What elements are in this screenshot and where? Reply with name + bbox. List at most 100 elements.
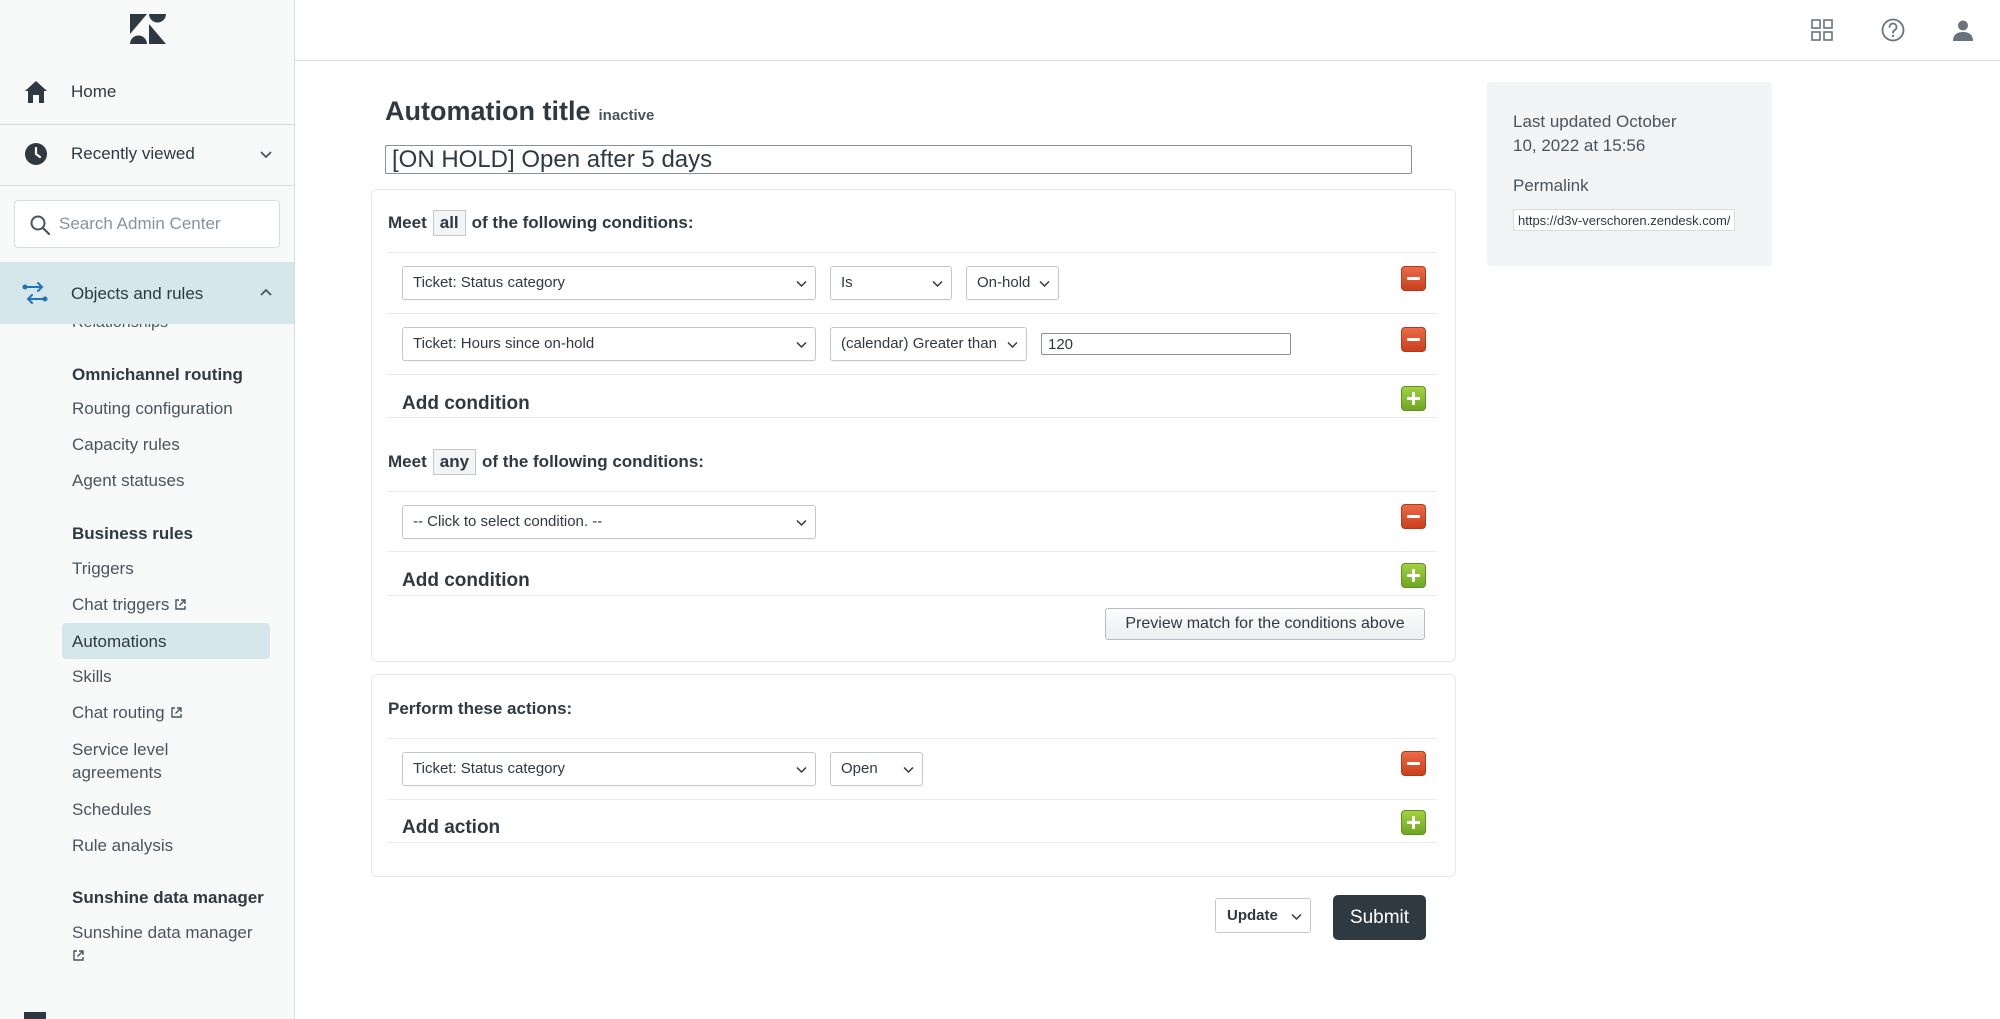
remove-condition-button[interactable] [1401, 504, 1426, 529]
sidebar-item-schedules[interactable]: Schedules [72, 798, 151, 821]
divider [387, 551, 1437, 552]
divider [387, 738, 1437, 739]
automation-title-input[interactable] [385, 145, 1412, 174]
meet-all-heading: Meet all of the following conditions: [388, 210, 694, 236]
sidebar-item-relationships[interactable]: Relationships [72, 324, 168, 332]
condition-value-select[interactable]: On-hold [966, 266, 1059, 300]
select-value: Ticket: Status category [413, 274, 566, 291]
meet-prefix: Meet [388, 213, 427, 232]
product-tray-icon[interactable] [24, 1012, 46, 1019]
nav-objects-and-rules[interactable]: Objects and rules [0, 262, 294, 324]
add-action-button[interactable] [1401, 810, 1426, 835]
add-condition-label[interactable]: Add condition [402, 570, 530, 592]
sidebar-item-agent-statuses[interactable]: Agent statuses [72, 469, 184, 492]
select-value: Is [841, 274, 853, 291]
action-value-select[interactable]: Open [830, 752, 923, 786]
meet-suffix: of the following conditions: [482, 452, 704, 471]
nav-home[interactable]: Home [0, 62, 294, 122]
select-value: -- Click to select condition. -- [413, 513, 603, 530]
submit-button[interactable]: Submit [1333, 895, 1426, 940]
sidebar-item-capacity-rules[interactable]: Capacity rules [72, 433, 180, 456]
divider [387, 417, 1437, 418]
meet-suffix: of the following conditions: [471, 213, 694, 232]
sidebar-item-service-level-agreements[interactable]: Service level agreements [72, 738, 202, 784]
action-field-select[interactable]: Ticket: Status category [402, 752, 816, 786]
user-avatar-icon[interactable] [1950, 17, 1976, 43]
divider [387, 252, 1437, 253]
chevron-down-icon [796, 341, 807, 349]
select-value: (calendar) Greater than [841, 335, 997, 352]
divider [387, 491, 1437, 492]
search-icon [30, 215, 51, 236]
chevron-down-icon[interactable] [258, 146, 274, 162]
condition-field-select[interactable]: -- Click to select condition. -- [402, 505, 816, 539]
sidebar-item-automations[interactable]: Automations [72, 630, 167, 653]
preview-match-button[interactable]: Preview match for the conditions above [1105, 608, 1425, 640]
admin-sidebar: Home Recently viewed Objects and rules [0, 0, 295, 1019]
condition-operator-select[interactable]: Is [830, 266, 952, 300]
external-link-icon [175, 599, 187, 610]
add-condition-button[interactable] [1401, 386, 1426, 411]
remove-action-button[interactable] [1401, 751, 1426, 776]
chevron-down-icon [1007, 341, 1018, 349]
add-condition-button[interactable] [1401, 563, 1426, 588]
condition-operator-select[interactable]: (calendar) Greater than [830, 327, 1027, 361]
chevron-up-icon[interactable] [258, 285, 274, 301]
external-link-icon [170, 707, 182, 718]
section-omnichannel-routing: Omnichannel routing [72, 365, 243, 384]
home-icon [25, 81, 47, 103]
chevron-down-icon [903, 766, 914, 774]
remove-condition-button[interactable] [1401, 266, 1426, 291]
status-badge: inactive [598, 107, 655, 124]
nav-home-label: Home [71, 82, 117, 101]
zendesk-logo-icon[interactable] [130, 14, 166, 44]
divider [0, 185, 294, 186]
chevron-down-icon [796, 519, 807, 527]
condition-value-input[interactable] [1041, 333, 1291, 355]
meet-any-heading: Meet any of the following conditions: [388, 449, 704, 475]
help-icon[interactable] [1880, 17, 1906, 43]
select-value: Ticket: Status category [413, 760, 566, 777]
nav-recently-viewed[interactable]: Recently viewed [0, 124, 294, 184]
chevron-down-icon [932, 280, 943, 288]
add-action-label[interactable]: Add action [402, 817, 500, 839]
sidebar-item-skills[interactable]: Skills [72, 665, 112, 688]
divider [387, 842, 1437, 843]
sidebar-item-chat-triggers[interactable]: Chat triggers [72, 593, 187, 616]
permalink-input[interactable] [1513, 209, 1735, 231]
sidebar-item-sunshine-data-manager[interactable]: Sunshine data manager [72, 921, 253, 967]
sidebar-item-chat-routing[interactable]: Chat routing [72, 701, 183, 724]
product-grid-icon[interactable] [1809, 17, 1835, 43]
add-condition-label[interactable]: Add condition [402, 393, 530, 415]
remove-condition-button[interactable] [1401, 327, 1426, 352]
section-business-rules: Business rules [72, 524, 193, 543]
condition-field-select[interactable]: Ticket: Hours since on-hold [402, 327, 816, 361]
sidebar-item-label: Chat triggers [72, 595, 170, 614]
sidebar-item-rule-analysis[interactable]: Rule analysis [72, 834, 173, 857]
sidebar-item-label: Sunshine data manager [72, 923, 253, 942]
admin-search-input[interactable] [59, 209, 269, 239]
external-link-icon [73, 950, 84, 961]
divider [387, 313, 1437, 314]
match-mode-any[interactable]: any [432, 449, 477, 475]
select-value: Ticket: Hours since on-hold [413, 335, 595, 352]
sidebar-item-triggers[interactable]: Triggers [72, 557, 134, 580]
select-value: Open [841, 760, 878, 777]
chevron-down-icon [1291, 913, 1302, 921]
chevron-down-icon [1039, 280, 1050, 288]
top-bar [295, 0, 2000, 61]
update-mode-select[interactable]: Update [1215, 898, 1311, 933]
sidebar-item-label: Chat routing [72, 703, 165, 722]
admin-search[interactable] [14, 200, 280, 248]
actions-heading: Perform these actions: [388, 699, 573, 718]
condition-field-select[interactable]: Ticket: Status category [402, 266, 816, 300]
select-value: On-hold [977, 274, 1031, 291]
sidebar-item-routing-configuration[interactable]: Routing configuration [72, 397, 233, 420]
page-title: Automation title [385, 96, 591, 126]
automation-info-panel: Last updated October 10, 2022 at 15:56 P… [1487, 82, 1772, 266]
last-updated-text: Last updated October 10, 2022 at 15:56 [1513, 112, 1677, 155]
automation-title-row: Automation title inactive [385, 96, 654, 127]
section-sunshine-data-manager: Sunshine data manager [72, 888, 264, 907]
match-mode-all[interactable]: all [432, 210, 466, 236]
clipped-region: Relationships [0, 324, 294, 334]
